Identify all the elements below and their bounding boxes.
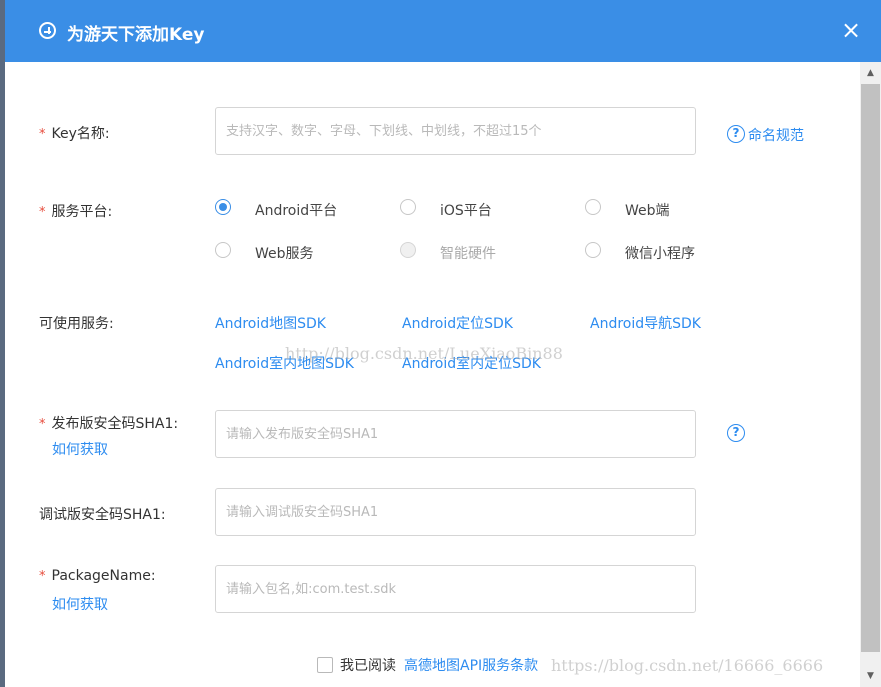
close-icon[interactable]: ×: [841, 16, 861, 44]
radio-android[interactable]: [215, 199, 231, 215]
package-name-how-link[interactable]: 如何获取: [52, 594, 108, 614]
add-key-dialog: 为游天下添加Key × *Key名称: ? 命名规范 *服务平台: Androi…: [5, 0, 881, 687]
radio-label-smart-hardware: 智能硬件: [440, 246, 496, 262]
radio-smart-hardware: [400, 242, 416, 258]
help-circle-icon[interactable]: ?: [727, 125, 745, 143]
radio-label-web-service: Web服务: [255, 246, 314, 262]
terms-of-service-link[interactable]: 高德地图API服务条款: [404, 655, 538, 675]
radio-label-ios: iOS平台: [440, 203, 492, 219]
add-circle-icon: [39, 22, 56, 39]
service-android-indoor-location-sdk[interactable]: Android室内定位SDK: [402, 353, 541, 373]
radio-web[interactable]: [585, 199, 601, 215]
debug-sha1-label: 调试版安全码SHA1:: [39, 507, 166, 523]
package-name-label: * PackageName:: [39, 568, 156, 584]
release-sha1-how-link[interactable]: 如何获取: [52, 439, 108, 459]
agreement-checkbox[interactable]: [317, 657, 333, 673]
release-sha1-input[interactable]: [215, 410, 696, 458]
vertical-scrollbar[interactable]: ▲ ▼: [860, 62, 881, 687]
services-label: 可使用服务:: [39, 316, 114, 332]
required-star: *: [39, 127, 46, 142]
service-android-indoor-map-sdk[interactable]: Android室内地图SDK: [215, 353, 354, 373]
key-name-input[interactable]: [215, 107, 696, 155]
radio-label-android: Android平台: [255, 203, 338, 219]
scroll-thumb[interactable]: [861, 84, 880, 652]
service-android-map-sdk[interactable]: Android地图SDK: [215, 313, 326, 333]
radio-wechat-mini[interactable]: [585, 242, 601, 258]
naming-rules-link[interactable]: 命名规范: [748, 125, 804, 145]
required-star: *: [39, 569, 46, 584]
required-star: *: [39, 205, 46, 220]
watermark-bottom: https://blog.csdn.net/16666_6666: [551, 656, 824, 675]
dialog-header: 为游天下添加Key ×: [5, 0, 881, 62]
radio-label-wechat-mini: 微信小程序: [625, 246, 695, 262]
agreement-prefix: 我已阅读: [340, 658, 396, 674]
dialog-title: 为游天下添加Key: [67, 25, 205, 45]
service-android-location-sdk[interactable]: Android定位SDK: [402, 313, 513, 333]
radio-label-web: Web端: [625, 203, 670, 219]
help-circle-icon[interactable]: ?: [727, 424, 745, 442]
scroll-up-icon[interactable]: ▲: [860, 64, 881, 82]
package-name-input[interactable]: [215, 565, 696, 613]
radio-ios[interactable]: [400, 199, 416, 215]
platform-label: * 服务平台:: [39, 204, 113, 220]
radio-web-service[interactable]: [215, 242, 231, 258]
scroll-down-icon[interactable]: ▼: [860, 667, 881, 685]
release-sha1-label: * 发布版安全码SHA1:: [39, 416, 179, 432]
required-star: *: [39, 417, 46, 432]
debug-sha1-input[interactable]: [215, 488, 696, 536]
key-name-label: * Key名称:: [39, 126, 110, 142]
service-android-navigation-sdk[interactable]: Android导航SDK: [590, 313, 701, 333]
